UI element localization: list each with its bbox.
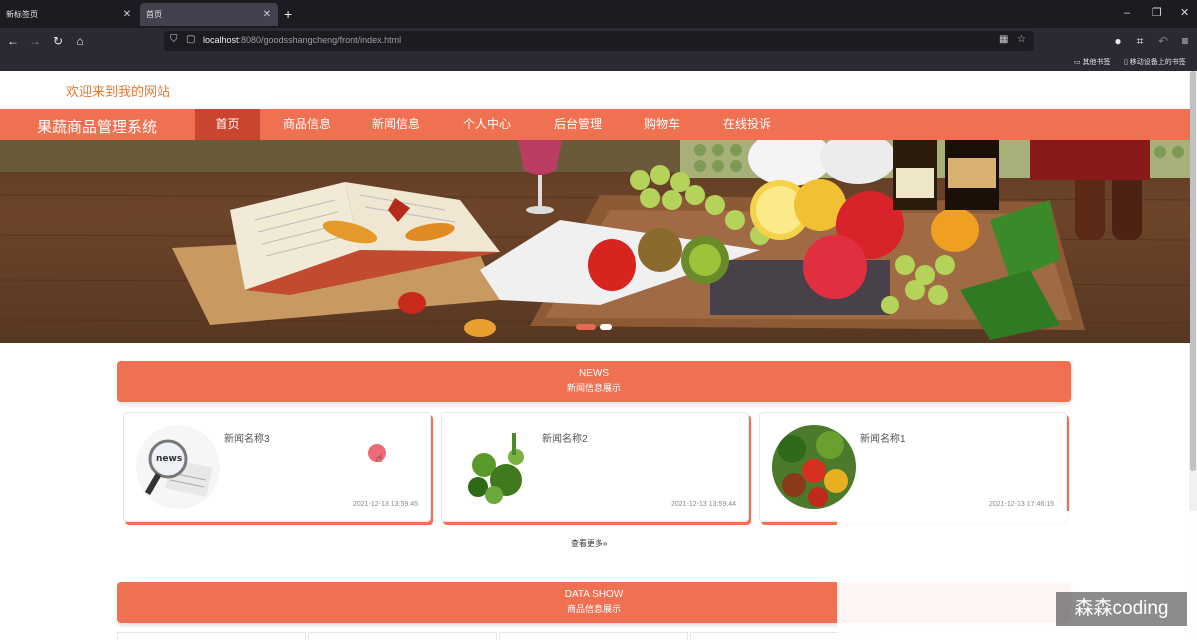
address-bar[interactable]: ⛉ ▢ localhost:8080/goodsshangcheng/front… bbox=[164, 31, 1034, 51]
tab-label: 首页 bbox=[146, 10, 162, 19]
reload-icon[interactable]: ↻ bbox=[50, 33, 66, 49]
nav-news[interactable]: 新闻信息 bbox=[362, 109, 430, 140]
extension-icon[interactable]: ⌗ bbox=[1132, 33, 1148, 49]
bookmark-star-icon[interactable]: ☆ bbox=[1017, 34, 1026, 45]
main-nav: 果蔬商品管理系统 首页 商品信息 新闻信息 个人中心 后台管理 购物车 在线投诉 bbox=[0, 109, 1190, 140]
watermark: 森森coding bbox=[1056, 592, 1187, 626]
bookmark-label: 其他书签 bbox=[1082, 59, 1111, 66]
minimize-button[interactable]: – bbox=[1124, 5, 1130, 21]
banner-image bbox=[0, 140, 1190, 340]
scrollbar-thumb[interactable] bbox=[1190, 71, 1196, 471]
news-card[interactable]: news 新闻名称3 2021-12-13 13:59:45 bbox=[123, 412, 431, 522]
news-time: 2021-12-13 13:59:45 bbox=[353, 501, 418, 508]
goods-card[interactable] bbox=[308, 632, 497, 640]
tab-new-tab[interactable]: 新标签页 ✕ bbox=[0, 3, 138, 26]
close-icon[interactable]: ✕ bbox=[122, 9, 132, 20]
web-page: 欢迎来到我的网站 果蔬商品管理系统 首页 商品信息 新闻信息 个人中心 后台管理… bbox=[0, 71, 1197, 640]
account-icon[interactable]: ● bbox=[1110, 33, 1126, 49]
goods-card[interactable] bbox=[117, 632, 306, 640]
home-icon[interactable]: ⌂ bbox=[72, 33, 88, 49]
bookmark-label: 移动设备上的书签 bbox=[1129, 59, 1186, 66]
view-more-link[interactable]: 查看更多» bbox=[571, 538, 607, 549]
nav-profile[interactable]: 个人中心 bbox=[452, 109, 522, 140]
close-icon[interactable]: ✕ bbox=[262, 9, 272, 20]
nav-admin[interactable]: 后台管理 bbox=[543, 109, 613, 140]
qr-code-icon[interactable]: ▦ bbox=[999, 34, 1008, 45]
news-magnifier-icon: news bbox=[136, 425, 220, 509]
nav-cart[interactable]: 购物车 bbox=[632, 109, 692, 140]
vegetables-image bbox=[454, 425, 538, 509]
vegetables-basket-image bbox=[772, 425, 856, 509]
bookmark-mobile[interactable]: ▯ 移动设备上的书签 bbox=[1124, 57, 1186, 67]
back-icon[interactable]: ← bbox=[5, 33, 21, 49]
news-card[interactable]: 新闻名称2 2021-12-13 13:59:44 bbox=[441, 412, 749, 522]
news-title[interactable]: 新闻名称2 bbox=[542, 430, 588, 445]
bookmarks-bar: ▭ 其他书签 ▯ 移动设备上的书签 bbox=[0, 54, 1197, 71]
url-host: localhost bbox=[203, 35, 239, 45]
carousel-indicators bbox=[576, 324, 612, 330]
pointer-cursor-icon: ☝ bbox=[376, 453, 383, 465]
new-tab-button[interactable]: + bbox=[284, 5, 292, 23]
welcome-text: 欢迎来到我的网站 bbox=[66, 84, 171, 99]
menu-icon[interactable]: ≡ bbox=[1177, 33, 1193, 49]
news-section-title-en: NEWS bbox=[579, 368, 609, 379]
carousel-dot[interactable] bbox=[600, 324, 612, 330]
banner-carousel[interactable] bbox=[0, 140, 1190, 343]
goods-card[interactable] bbox=[499, 632, 688, 640]
bookmark-other[interactable]: ▭ 其他书签 bbox=[1074, 57, 1111, 67]
tab-label: 新标签页 bbox=[6, 10, 38, 19]
close-window-button[interactable]: ✕ bbox=[1180, 5, 1189, 21]
tab-home[interactable]: 首页 ✕ bbox=[140, 3, 278, 26]
url-text[interactable]: localhost:8080/goodsshangcheng/front/ind… bbox=[203, 35, 401, 45]
nav-complaint[interactable]: 在线投诉 bbox=[712, 109, 782, 140]
shield-icon[interactable]: ⛉ bbox=[170, 34, 178, 45]
news-section-header: NEWS 新闻信息展示 bbox=[117, 361, 1071, 402]
carousel-dot-active[interactable] bbox=[576, 324, 596, 330]
undo-icon[interactable]: ↶ bbox=[1155, 33, 1171, 49]
news-time: 2021-12-13 17:46:15 bbox=[989, 501, 1054, 508]
url-path: :8080/goodsshangcheng/front/index.html bbox=[238, 35, 402, 45]
site-brand: 果蔬商品管理系统 bbox=[37, 119, 158, 136]
news-card[interactable]: 新闻名称1 2021-12-13 17:46:15 bbox=[759, 412, 1067, 522]
forward-icon[interactable]: → bbox=[27, 33, 43, 49]
news-section-title-cn: 新闻信息展示 bbox=[566, 383, 621, 393]
restore-button[interactable]: ❐ bbox=[1152, 5, 1162, 21]
nav-goods[interactable]: 商品信息 bbox=[274, 109, 340, 140]
news-title[interactable]: 新闻名称1 bbox=[860, 430, 906, 445]
svg-text:news: news bbox=[156, 454, 182, 464]
page-icon: ▢ bbox=[186, 34, 196, 45]
nav-home[interactable]: 首页 bbox=[195, 109, 260, 140]
news-title[interactable]: 新闻名称3 bbox=[224, 430, 270, 445]
browser-tab-strip: 新标签页 ✕ 首页 ✕ + – ❐ ✕ bbox=[0, 0, 1197, 28]
news-time: 2021-12-13 13:59:44 bbox=[671, 501, 736, 508]
